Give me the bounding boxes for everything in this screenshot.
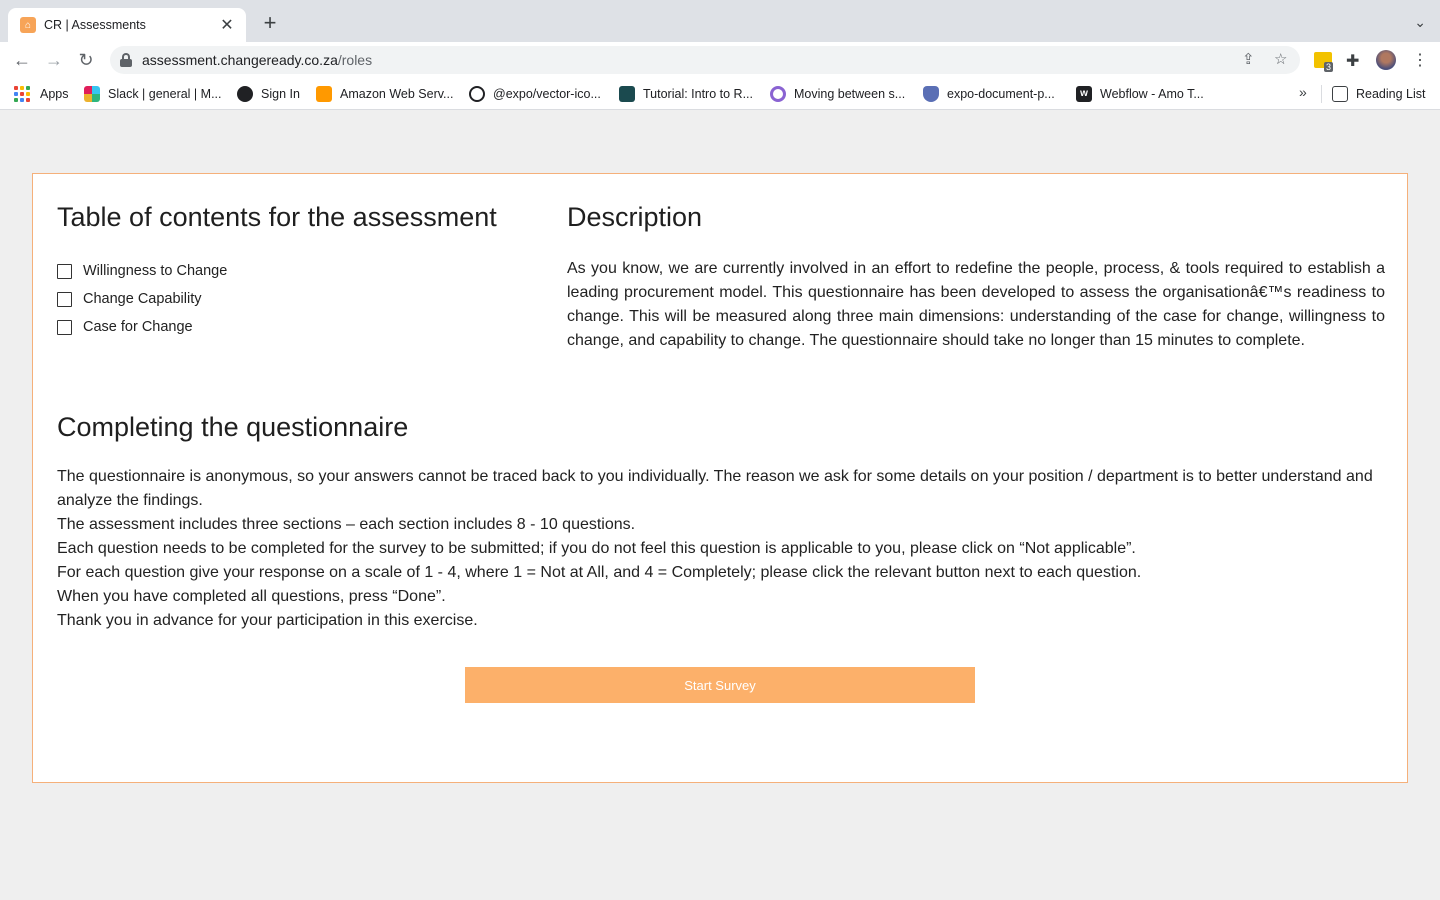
assessment-card: Table of contents for the assessment Wil…: [32, 173, 1408, 783]
completing-title: Completing the questionnaire: [57, 412, 409, 442]
toc-item-label: Change Capability: [83, 291, 202, 307]
browser-menu-icon[interactable]: ⋮: [1412, 50, 1428, 70]
aws-cube-icon: [316, 86, 332, 102]
bookmark-apps[interactable]: Apps: [14, 84, 69, 104]
bookmark-expo-document-picker[interactable]: expo-document-p...: [923, 84, 1055, 104]
bookmark-react-tutorial[interactable]: Tutorial: Intro to R...: [619, 84, 753, 104]
bookmark-label: Webflow - Amo T...: [1100, 87, 1204, 101]
bookmark-label: Sign In: [261, 87, 300, 101]
browser-toolbar: ← → ↻ assessment.changeready.co.za/roles…: [0, 42, 1440, 78]
bookmark-label: expo-document-p...: [947, 87, 1055, 101]
instruction-paragraph: When you have completed all questions, p…: [57, 588, 446, 605]
start-survey-button[interactable]: Start Survey: [465, 667, 975, 703]
reading-list-label: Reading List: [1356, 87, 1426, 101]
description-section: Description As you know, we are currentl…: [567, 202, 1385, 353]
instruction-paragraph: Each question needs to be completed for …: [57, 540, 1136, 557]
tab-title: CR | Assessments: [44, 18, 146, 32]
globe-icon: [237, 86, 253, 102]
bookmark-expo-vector-icons[interactable]: @expo/vector-ico...: [469, 84, 601, 104]
instruction-paragraph: The questionnaire is anonymous, so your …: [57, 468, 1373, 509]
reading-list-icon: [1332, 86, 1348, 102]
bookmark-label: Apps: [40, 87, 69, 101]
toc-title: Table of contents for the assessment: [57, 202, 497, 232]
reading-list-button[interactable]: Reading List: [1332, 84, 1426, 104]
tab-search-chevron-icon[interactable]: ⌄: [1414, 14, 1426, 31]
bookmark-webflow[interactable]: w Webflow - Amo T...: [1076, 84, 1204, 104]
bookmark-label: @expo/vector-ico...: [493, 87, 601, 101]
apps-grid-icon: [14, 86, 30, 102]
bookmarks-divider: [1321, 85, 1322, 103]
checkbox[interactable]: [57, 291, 72, 307]
slack-icon: [84, 86, 100, 102]
back-arrow-icon[interactable]: ←: [10, 48, 34, 72]
bookmark-label: Amazon Web Serv...: [340, 87, 454, 101]
tab-strip: ⌂ CR | Assessments ✕ + ⌄: [0, 0, 1440, 42]
instructions: The questionnaire is anonymous, so your …: [57, 465, 1385, 633]
toc-item-label: Willingness to Change: [83, 263, 228, 279]
url-path: /roles: [337, 52, 373, 68]
completing-section: Completing the questionnaire The questio…: [57, 412, 1385, 633]
shield-icon: [923, 86, 939, 102]
bookmark-sign-in[interactable]: Sign In: [237, 84, 300, 104]
toc-list: Willingness to Change Change Capability …: [57, 257, 517, 341]
checkbox[interactable]: [57, 319, 72, 335]
toc-item-willingness[interactable]: Willingness to Change: [57, 257, 517, 285]
bookmark-label: Tutorial: Intro to R...: [643, 87, 753, 101]
toc-item-capability[interactable]: Change Capability: [57, 285, 517, 313]
forward-arrow-icon[interactable]: →: [42, 48, 66, 72]
new-tab-button[interactable]: +: [258, 12, 282, 36]
more-bookmarks-icon[interactable]: »: [1299, 84, 1307, 100]
bookmark-slack[interactable]: Slack | general | M...: [84, 84, 221, 104]
url-host: assessment.changeready.co.za: [142, 52, 338, 68]
bookmark-star-icon[interactable]: ☆: [1274, 50, 1287, 68]
table-of-contents: Table of contents for the assessment Wil…: [57, 202, 517, 341]
instruction-paragraph: For each question give your response on …: [57, 564, 1142, 581]
instruction-paragraph: The assessment includes three sections –…: [57, 516, 636, 533]
bookmark-label: Moving between s...: [794, 87, 906, 101]
checkbox[interactable]: [57, 263, 72, 279]
site-favicon-icon: ⌂: [20, 17, 36, 33]
lock-icon: [120, 53, 132, 67]
share-icon[interactable]: ⇪: [1242, 50, 1255, 68]
description-text: As you know, we are currently involved i…: [567, 260, 1385, 349]
bookmark-aws[interactable]: Amazon Web Serv...: [316, 84, 453, 104]
close-tab-icon[interactable]: ✕: [218, 15, 236, 35]
address-bar[interactable]: assessment.changeready.co.za/roles ⇪ ☆: [110, 46, 1300, 74]
circle-icon: [770, 86, 786, 102]
extension-badge-count: 3: [1324, 62, 1334, 72]
bookmarks-bar: Apps Slack | general | M... Sign In Amaz…: [0, 78, 1440, 110]
webflow-icon: w: [1076, 86, 1092, 102]
profile-avatar[interactable]: [1376, 50, 1396, 70]
toc-item-label: Case for Change: [83, 319, 193, 335]
bookmark-label: Slack | general | M...: [108, 87, 222, 101]
reload-icon[interactable]: ↻: [74, 48, 98, 72]
toc-item-case-for-change[interactable]: Case for Change: [57, 313, 517, 341]
instruction-paragraph: Thank you in advance for your participat…: [57, 612, 478, 629]
browser-tab-active[interactable]: ⌂ CR | Assessments ✕: [8, 8, 246, 42]
react-icon: [619, 86, 635, 102]
extensions-puzzle-icon[interactable]: ✚: [1346, 51, 1359, 71]
description-title: Description: [567, 202, 703, 232]
expo-icon: [469, 86, 485, 102]
bookmark-moving-between[interactable]: Moving between s...: [770, 84, 905, 104]
